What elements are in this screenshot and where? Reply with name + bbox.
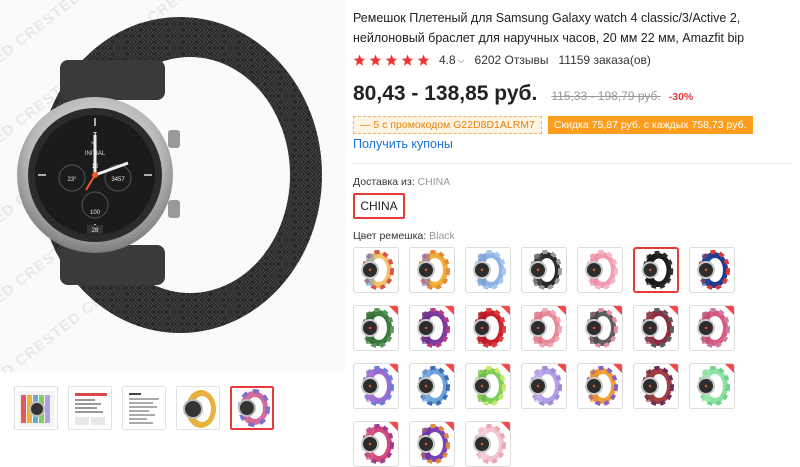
color-swatch[interactable]: [577, 247, 623, 293]
color-swatch[interactable]: [465, 363, 511, 409]
sale-corner-icon: [557, 306, 566, 315]
thumb-yellow-band[interactable]: [176, 386, 220, 430]
shipping-selected-value: CHINA: [417, 176, 451, 188]
color-swatch[interactable]: [409, 305, 455, 351]
color-swatch[interactable]: [409, 247, 455, 293]
main-product-image[interactable]: CRESTED CRESTED CRESTED CRESTED CRESTED …: [0, 0, 345, 372]
chevron-down-icon[interactable]: ⌵: [458, 55, 465, 66]
sale-corner-icon: [669, 364, 678, 373]
promo-row: — 5 с промокодом G22D8D1ALRM7 Скидка 75,…: [353, 116, 753, 134]
sale-corner-icon: [389, 422, 398, 431]
sale-corner-icon: [501, 306, 510, 315]
color-swatch[interactable]: [353, 247, 399, 293]
color-selected-value: Black: [429, 230, 455, 242]
sale-corner-icon: [501, 364, 510, 373]
color-swatch[interactable]: [521, 247, 567, 293]
color-swatch[interactable]: [465, 247, 511, 293]
sale-corner-icon: [501, 422, 510, 431]
star-icon: [353, 54, 366, 66]
sale-corner-icon: [445, 364, 454, 373]
rating-value: 4.8: [439, 53, 456, 67]
color-swatch[interactable]: [689, 247, 735, 293]
sale-corner-icon: [725, 364, 734, 373]
svg-text:28: 28: [92, 228, 99, 234]
store-discount-badge: Скидка 75,87 руб. с каждых 758,73 руб.: [547, 116, 753, 134]
get-coupons-link[interactable]: Получить купоны: [353, 137, 453, 151]
color-swatch[interactable]: [577, 363, 623, 409]
orders-count: 11159 заказа(ов): [558, 53, 651, 67]
star-icon: [385, 54, 398, 66]
color-swatch[interactable]: [465, 421, 511, 467]
sale-corner-icon: [613, 306, 622, 315]
sale-corner-icon: [445, 422, 454, 431]
price-row: 80,43 - 138,85 руб. 115,33 - 198,79 руб.…: [353, 82, 693, 106]
sale-corner-icon: [725, 306, 734, 315]
color-swatch[interactable]: [353, 305, 399, 351]
thumb-rainbow-band[interactable]: [230, 386, 274, 430]
svg-text:3457: 3457: [111, 177, 125, 183]
thumb-spec-sheet[interactable]: [122, 386, 166, 430]
divider: [353, 163, 793, 164]
color-swatch[interactable]: [633, 363, 679, 409]
promo-code-badge[interactable]: — 5 с промокодом G22D8D1ALRM7: [353, 116, 542, 134]
color-swatch[interactable]: [689, 305, 735, 351]
sale-corner-icon: [389, 364, 398, 373]
color-label: Цвет ремешка: Black: [353, 230, 455, 242]
color-swatch[interactable]: [353, 421, 399, 467]
rating-stars: [353, 54, 433, 67]
color-swatch[interactable]: [521, 305, 567, 351]
sale-corner-icon: [613, 364, 622, 373]
color-swatch[interactable]: [689, 363, 735, 409]
color-swatch[interactable]: [633, 305, 679, 351]
color-swatch[interactable]: [409, 421, 455, 467]
discount-badge: -30%: [668, 91, 694, 103]
current-price: 80,43 - 138,85 руб.: [353, 82, 538, 105]
thumb-bands-collage[interactable]: [14, 386, 58, 430]
color-swatch[interactable]: [521, 363, 567, 409]
rating-row: 4.8 ⌵ 6202 Отзывы 11159 заказа(ов): [353, 52, 651, 68]
sale-corner-icon: [557, 364, 566, 373]
star-icon: [417, 54, 430, 66]
color-swatch[interactable]: [409, 363, 455, 409]
color-swatch[interactable]: [577, 305, 623, 351]
watch-illustration: J INITIAL 23° 3457 12 100 28: [17, 17, 322, 333]
star-icon: [401, 54, 414, 66]
svg-text:100: 100: [90, 210, 101, 216]
sale-corner-icon: [445, 306, 454, 315]
star-icon: [369, 54, 382, 66]
reviews-count[interactable]: 6202 Отзывы: [475, 53, 549, 67]
color-swatch[interactable]: [465, 305, 511, 351]
sale-corner-icon: [669, 306, 678, 315]
shipping-label: Доставка из: CHINA: [353, 176, 451, 188]
thumb-size-chart[interactable]: [68, 386, 112, 430]
original-price: 115,33 - 198,79 руб.: [551, 89, 661, 103]
svg-text:23°: 23°: [67, 177, 77, 183]
product-gallery: CRESTED CRESTED CRESTED CRESTED CRESTED …: [0, 0, 345, 466]
product-title: Ремешок Плетеный для Samsung Galaxy watc…: [353, 11, 745, 45]
ship-from-china-option[interactable]: CHINA: [353, 193, 405, 219]
color-swatch[interactable]: [353, 363, 399, 409]
color-swatch[interactable]: [633, 247, 679, 293]
sale-corner-icon: [389, 306, 398, 315]
